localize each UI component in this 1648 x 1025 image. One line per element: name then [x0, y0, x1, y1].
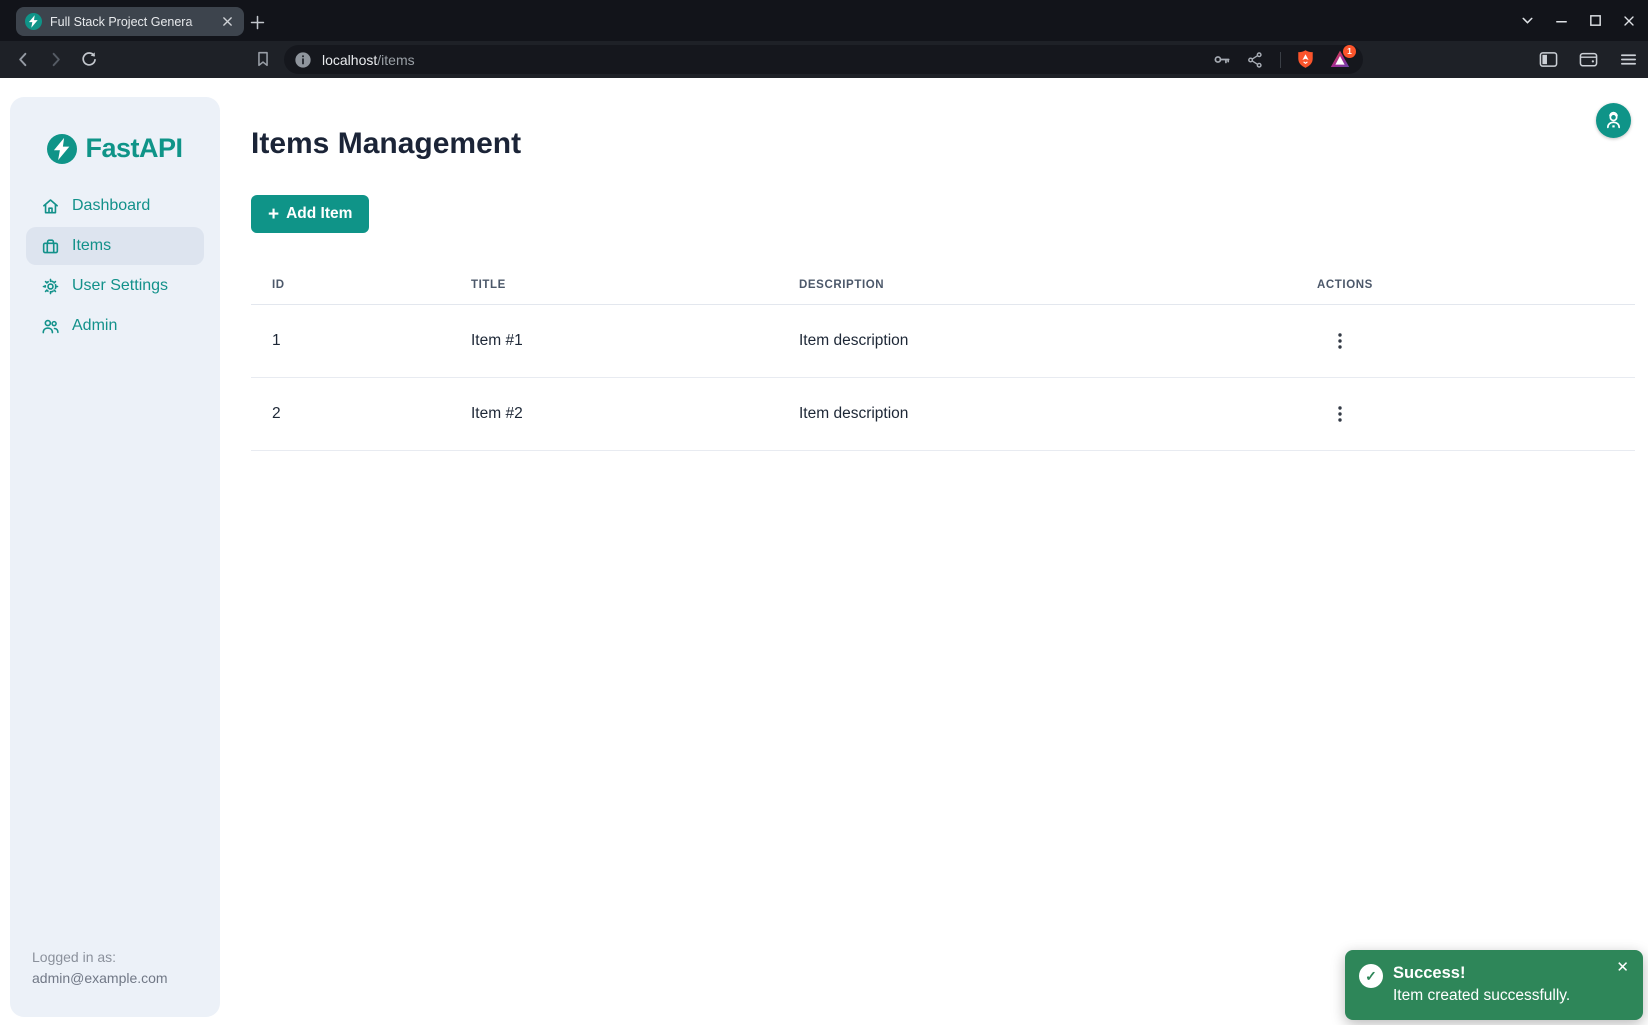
- browser-chevron-down-icon[interactable]: [1510, 6, 1544, 36]
- new-tab-button[interactable]: [244, 9, 270, 35]
- row-actions-kebab-button[interactable]: [1327, 328, 1353, 354]
- sidebar-item-label: User Settings: [72, 277, 168, 295]
- cell-description: Item description: [778, 405, 1296, 423]
- add-item-button[interactable]: + Add Item: [251, 195, 369, 233]
- sidebar: FastAPI Dashboard It: [10, 97, 220, 1017]
- cell-id: 1: [251, 332, 450, 350]
- column-header-description: DESCRIPTION: [778, 279, 1296, 291]
- url-path: /items: [377, 52, 414, 68]
- main-content: Items Management + Add Item ID TITLE DES…: [251, 78, 1635, 451]
- logged-in-label: Logged in as:: [32, 947, 168, 968]
- gear-icon: [40, 276, 60, 296]
- sidebar-item-label: Items: [72, 237, 111, 255]
- cell-title: Item #2: [450, 405, 778, 423]
- toolbar-right-icons: [1534, 45, 1642, 73]
- key-icon[interactable]: [1213, 50, 1232, 69]
- window-close-icon[interactable]: [1612, 6, 1646, 36]
- column-header-title: TITLE: [450, 279, 778, 291]
- row-actions-kebab-button[interactable]: [1327, 401, 1353, 427]
- home-icon: [40, 196, 60, 216]
- toast-close-icon[interactable]: ✕: [1614, 958, 1631, 977]
- urlbar-action-icons: 1: [1213, 49, 1351, 70]
- logged-in-email: admin@example.com: [32, 968, 168, 989]
- table-row: 2 Item #2 Item description: [251, 378, 1635, 451]
- add-item-label: Add Item: [286, 205, 352, 223]
- sidebar-item-label: Admin: [72, 317, 117, 335]
- tab-title: Full Stack Project Genera: [50, 15, 218, 29]
- success-toast: ✓ Success! Item created successfully. ✕: [1345, 950, 1643, 1020]
- forward-icon[interactable]: [41, 45, 69, 73]
- site-info-icon[interactable]: [294, 51, 312, 69]
- brave-rewards-icon[interactable]: 1: [1330, 50, 1351, 70]
- sidebar-item-admin[interactable]: Admin: [26, 307, 204, 345]
- tab-close-icon[interactable]: [218, 13, 236, 31]
- toast-message: Item created successfully.: [1393, 984, 1629, 1007]
- app-page: FastAPI Dashboard It: [0, 78, 1648, 1025]
- sidebar-item-items[interactable]: Items: [26, 227, 204, 265]
- minimize-icon[interactable]: [1544, 6, 1578, 36]
- browser-toolbar: localhost/items: [0, 41, 1648, 78]
- url-bar[interactable]: localhost/items: [284, 45, 1363, 74]
- url-text: localhost/items: [322, 52, 1213, 68]
- brave-shield-icon[interactable]: [1296, 49, 1315, 70]
- back-icon[interactable]: [9, 45, 37, 73]
- items-table: ID TITLE DESCRIPTION ACTIONS 1 Item #1 I…: [251, 265, 1635, 451]
- cell-description: Item description: [778, 332, 1296, 350]
- toolbar-separator: [1280, 52, 1281, 68]
- column-header-id: ID: [251, 279, 450, 291]
- fastapi-bolt-icon: [47, 134, 77, 164]
- url-host: localhost: [322, 52, 377, 68]
- sidebar-item-dashboard[interactable]: Dashboard: [26, 187, 204, 225]
- users-icon: [40, 316, 60, 336]
- sidebar-toggle-icon[interactable]: [1534, 45, 1562, 73]
- reload-icon[interactable]: [75, 45, 103, 73]
- sidebar-footer: Logged in as: admin@example.com: [32, 947, 168, 989]
- fastapi-logo: FastAPI: [10, 97, 220, 164]
- cell-id: 2: [251, 405, 450, 423]
- share-icon[interactable]: [1247, 51, 1265, 69]
- rewards-badge: 1: [1343, 45, 1356, 58]
- browser-titlebar: Full Stack Project Genera: [0, 0, 1648, 41]
- browser-tab[interactable]: Full Stack Project Genera: [16, 7, 244, 36]
- check-circle-icon: ✓: [1359, 964, 1383, 988]
- page-title: Items Management: [251, 127, 1635, 161]
- sidebar-item-user-settings[interactable]: User Settings: [26, 267, 204, 305]
- window-controls: [1510, 0, 1646, 41]
- logo-text: FastAPI: [85, 133, 182, 164]
- plus-icon: +: [268, 205, 279, 224]
- fastapi-favicon-icon: [25, 13, 42, 30]
- bookmark-icon[interactable]: [249, 45, 277, 73]
- briefcase-icon: [40, 236, 60, 256]
- toast-title: Success!: [1393, 962, 1629, 984]
- table-header-row: ID TITLE DESCRIPTION ACTIONS: [251, 265, 1635, 305]
- sidebar-item-label: Dashboard: [72, 197, 150, 215]
- wallet-icon[interactable]: [1574, 45, 1602, 73]
- column-header-actions: ACTIONS: [1296, 279, 1635, 291]
- cell-title: Item #1: [450, 332, 778, 350]
- toast-body: Success! Item created successfully.: [1393, 962, 1629, 1007]
- maximize-icon[interactable]: [1578, 6, 1612, 36]
- table-row: 1 Item #1 Item description: [251, 305, 1635, 378]
- menu-icon[interactable]: [1614, 45, 1642, 73]
- sidebar-nav: Dashboard Items: [10, 186, 220, 346]
